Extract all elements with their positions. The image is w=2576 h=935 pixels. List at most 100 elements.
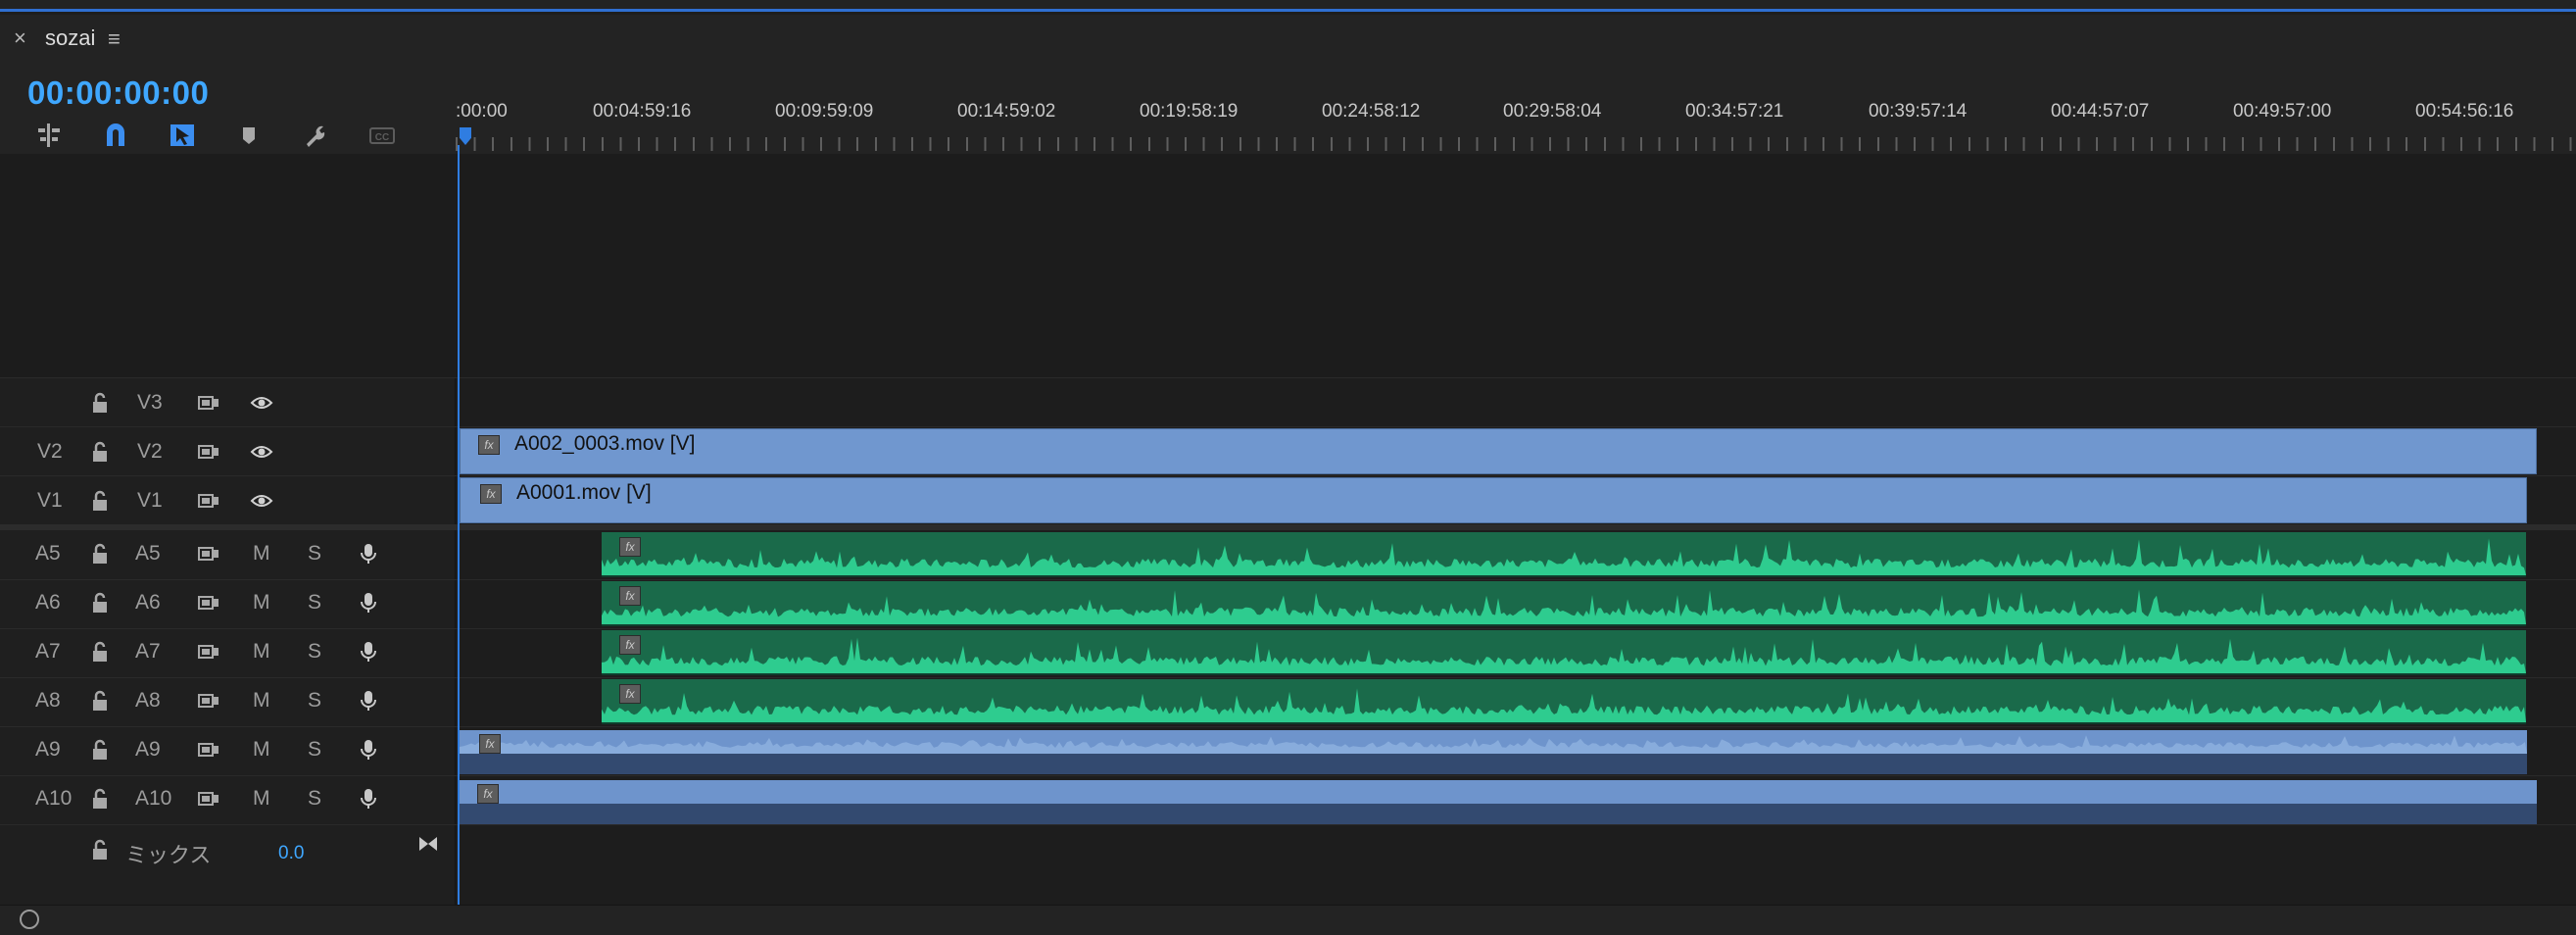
sync-lock-icon[interactable] <box>194 735 223 764</box>
mute-button[interactable]: M <box>253 640 270 664</box>
audio-clip-a5[interactable]: fx <box>602 532 2526 577</box>
source-track-v1[interactable]: V1 <box>37 489 63 513</box>
fx-badge-icon[interactable]: fx <box>478 435 500 455</box>
sync-lock-icon[interactable] <box>194 437 223 467</box>
audio-clip-a8[interactable]: fx <box>602 679 2526 724</box>
collapse-bowtie-icon[interactable] <box>413 829 443 859</box>
solo-button[interactable]: S <box>308 689 321 713</box>
sequence-tab[interactable]: sozai <box>45 25 95 51</box>
track-name-a10[interactable]: A10 <box>135 787 171 811</box>
solo-button[interactable]: S <box>308 738 321 762</box>
lock-icon[interactable] <box>85 735 115 764</box>
ruler-label: 00:44:57:07 <box>2051 101 2150 122</box>
playhead-line[interactable] <box>458 145 460 905</box>
fx-badge-icon[interactable]: fx <box>477 784 499 804</box>
ruler-label: 00:19:58:19 <box>1140 101 1239 122</box>
source-track-a9[interactable]: A9 <box>35 738 61 762</box>
solo-button[interactable]: S <box>308 591 321 615</box>
clip-label: A002_0003.mov [V] <box>514 432 696 455</box>
solo-button[interactable]: S <box>308 542 321 566</box>
mix-label: ミックス <box>125 843 212 867</box>
audio-clip-a7[interactable]: fx <box>602 630 2526 675</box>
lock-icon[interactable] <box>85 437 115 467</box>
timeline-empty-area <box>0 154 2576 377</box>
audio-clip-a6[interactable]: fx <box>602 581 2526 626</box>
solo-button[interactable]: S <box>308 787 321 811</box>
row-divider <box>0 475 2576 476</box>
eye-icon[interactable] <box>247 388 276 418</box>
mix-volume-value[interactable]: 0.0 <box>278 843 304 864</box>
fx-badge-icon[interactable]: fx <box>619 586 641 606</box>
lock-icon[interactable] <box>85 637 115 666</box>
audio-clip-a9[interactable]: fx <box>460 730 2527 774</box>
waveform <box>602 637 2526 673</box>
sync-lock-icon[interactable] <box>194 539 223 568</box>
row-divider <box>0 426 2576 427</box>
lock-icon[interactable] <box>85 784 115 813</box>
mute-button[interactable]: M <box>253 738 270 762</box>
fx-badge-icon[interactable]: fx <box>619 684 641 704</box>
microphone-icon[interactable] <box>354 735 383 764</box>
closed-captions-icon[interactable]: CC <box>363 118 402 153</box>
add-marker-icon[interactable] <box>229 118 268 153</box>
video-clip-v2[interactable]: fx A002_0003.mov [V] <box>460 428 2537 474</box>
fx-badge-icon[interactable]: fx <box>619 537 641 557</box>
source-track-a6[interactable]: A6 <box>35 591 61 615</box>
mute-button[interactable]: M <box>253 689 270 713</box>
microphone-icon[interactable] <box>354 588 383 617</box>
solo-button[interactable]: S <box>308 640 321 664</box>
lock-icon[interactable] <box>85 588 115 617</box>
track-name-a5[interactable]: A5 <box>135 542 161 566</box>
mute-button[interactable]: M <box>253 542 270 566</box>
timeline-settings-wrench-icon[interactable] <box>296 118 335 153</box>
source-track-a8[interactable]: A8 <box>35 689 61 713</box>
source-track-a7[interactable]: A7 <box>35 640 61 664</box>
lock-icon[interactable] <box>85 686 115 715</box>
microphone-icon[interactable] <box>354 686 383 715</box>
track-name-v2[interactable]: V2 <box>137 440 163 464</box>
lock-icon[interactable] <box>85 835 115 864</box>
close-icon[interactable]: × <box>14 25 26 51</box>
sync-lock-icon[interactable] <box>194 486 223 516</box>
ruler-label: :00:00 <box>456 101 508 122</box>
sync-lock-icon[interactable] <box>194 784 223 813</box>
ruler-label: 00:49:57:00 <box>2233 101 2332 122</box>
fx-badge-icon[interactable]: fx <box>480 484 502 504</box>
track-name-a8[interactable]: A8 <box>135 689 161 713</box>
video-audio-divider <box>0 524 2576 530</box>
waveform <box>602 538 2526 575</box>
zoom-scroll-handle[interactable] <box>20 910 39 929</box>
track-name-v1[interactable]: V1 <box>137 489 163 513</box>
video-clip-v1[interactable]: fx A0001.mov [V] <box>460 477 2527 523</box>
track-name-a6[interactable]: A6 <box>135 591 161 615</box>
playhead-timecode[interactable]: 00:00:00:00 <box>27 74 209 112</box>
fx-badge-icon[interactable]: fx <box>479 734 501 754</box>
track-name-a9[interactable]: A9 <box>135 738 161 762</box>
mute-button[interactable]: M <box>253 591 270 615</box>
horizontal-scrollbar[interactable] <box>0 905 2576 935</box>
snap-magnet-icon[interactable] <box>96 118 135 153</box>
lock-icon[interactable] <box>85 388 115 418</box>
eye-icon[interactable] <box>247 437 276 467</box>
mute-button[interactable]: M <box>253 787 270 811</box>
source-track-a10[interactable]: A10 <box>35 787 72 811</box>
linked-selection-icon[interactable] <box>163 118 202 153</box>
microphone-icon[interactable] <box>354 539 383 568</box>
track-name-v3[interactable]: V3 <box>137 391 163 415</box>
track-name-a7[interactable]: A7 <box>135 640 161 664</box>
sync-lock-icon[interactable] <box>194 686 223 715</box>
tab-menu-icon[interactable]: ≡ <box>108 26 121 52</box>
lock-icon[interactable] <box>85 539 115 568</box>
sync-lock-icon[interactable] <box>194 388 223 418</box>
microphone-icon[interactable] <box>354 637 383 666</box>
microphone-icon[interactable] <box>354 784 383 813</box>
audio-clip-a10[interactable]: fx <box>460 780 2537 824</box>
sync-lock-icon[interactable] <box>194 637 223 666</box>
source-track-v2[interactable]: V2 <box>37 440 63 464</box>
fx-badge-icon[interactable]: fx <box>619 635 641 655</box>
source-track-a5[interactable]: A5 <box>35 542 61 566</box>
insert-sequence-nest-icon[interactable] <box>29 118 69 153</box>
eye-icon[interactable] <box>247 486 276 516</box>
lock-icon[interactable] <box>85 486 115 516</box>
sync-lock-icon[interactable] <box>194 588 223 617</box>
